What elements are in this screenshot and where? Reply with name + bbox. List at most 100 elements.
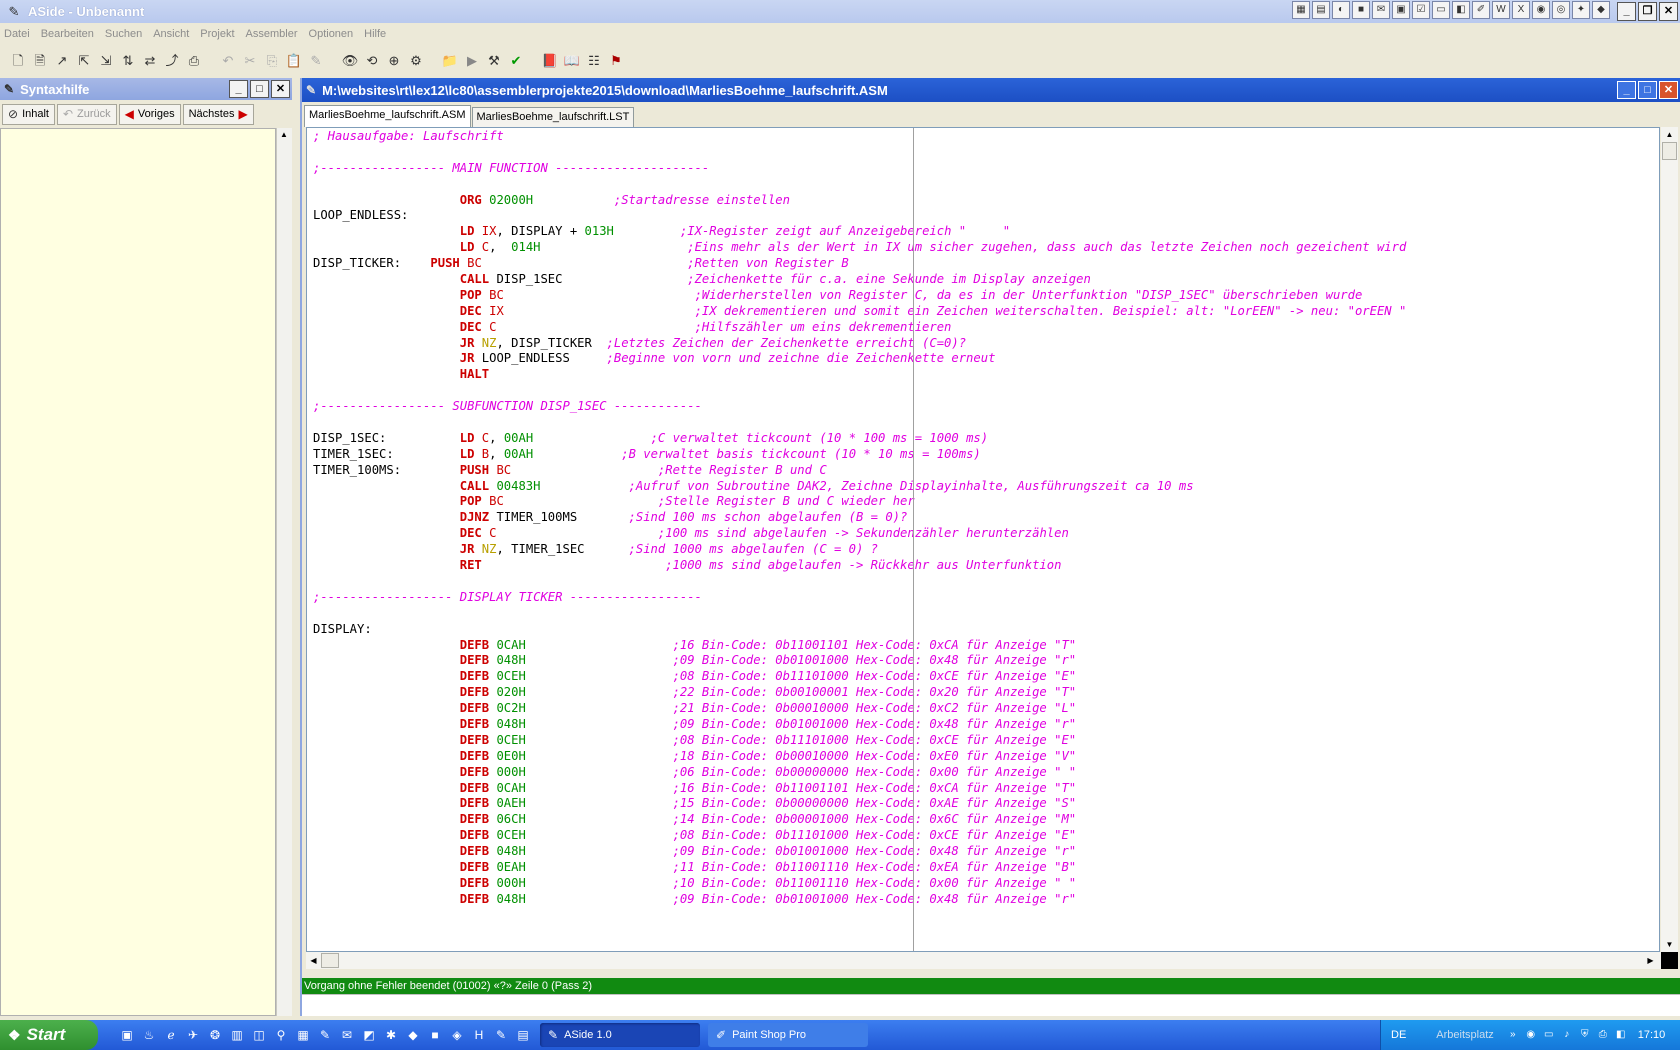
new-file-icon[interactable]: 🗋 <box>8 51 28 71</box>
device-icon[interactable]: ◧ <box>1614 1028 1628 1042</box>
scroll-right-icon[interactable]: ▶ <box>1643 956 1658 965</box>
app-icon[interactable]: ✉ <box>338 1026 356 1044</box>
menu-optionen[interactable]: Optionen <box>309 28 354 40</box>
code-line[interactable]: TIMER_100MS: PUSH BC ;Rette Register B u… <box>313 462 1659 478</box>
open-file-icon[interactable]: ↗ <box>52 51 72 71</box>
scroll-up-icon[interactable]: ▲ <box>1661 127 1678 142</box>
menu-datei[interactable]: Datei <box>4 28 30 40</box>
menu-assembler[interactable]: Assembler <box>246 28 298 40</box>
tab-asm[interactable]: MarliesBoehme_laufschrift.ASM <box>304 105 471 127</box>
code-line[interactable]: ; Hausaufgabe: Laufschrift <box>313 128 1659 144</box>
app-shortcut-icon[interactable]: ◧ <box>1452 1 1470 19</box>
code-line[interactable]: POP BC ;Widerherstellen von Register C, … <box>313 287 1659 303</box>
expand-icon[interactable]: » <box>1506 1028 1520 1042</box>
help-open-icon[interactable]: 📖 <box>562 51 582 71</box>
edit-icon[interactable]: ✎ <box>306 51 326 71</box>
code-line[interactable]: ;------------------ DISPLAY TICKER -----… <box>313 589 1659 605</box>
code-line[interactable]: DEFB 048H ;09 Bin-Code: 0b01001000 Hex-C… <box>313 652 1659 668</box>
app-icon[interactable]: H <box>470 1026 488 1044</box>
code-line[interactable]: LD C, 014H ;Eins mehr als der Wert in IX… <box>313 239 1659 255</box>
help-context-icon[interactable]: ⚑ <box>606 51 626 71</box>
code-line[interactable]: CALL 00483H ;Aufruf von Subroutine DAK2,… <box>313 478 1659 494</box>
workspace-label[interactable]: Arbeitsplatz <box>1436 1029 1493 1041</box>
code-line[interactable]: DEFB 0CAH ;16 Bin-Code: 0b11001101 Hex-C… <box>313 780 1659 796</box>
code-line[interactable]: DEFB 0CEH ;08 Bin-Code: 0b11101000 Hex-C… <box>313 668 1659 684</box>
app-shortcut-icon[interactable]: ▭ <box>1432 1 1450 19</box>
code-line[interactable]: JR NZ, TIMER_1SEC ;Sind 1000 ms abgelauf… <box>313 541 1659 557</box>
goto-icon[interactable]: ⊕ <box>384 51 404 71</box>
app-shortcut-icon[interactable]: ▤ <box>1312 1 1330 19</box>
word-icon[interactable]: W <box>1492 1 1510 19</box>
code-line[interactable]: ORG 02000H ;Startadresse einstellen <box>313 192 1659 208</box>
browser-icon[interactable]: ℯ <box>162 1026 180 1044</box>
menu-hilfe[interactable]: Hilfe <box>364 28 386 40</box>
task-aside[interactable]: ✎ ASide 1.0 <box>540 1023 700 1047</box>
settings-icon[interactable]: ⚒ <box>484 51 504 71</box>
editor-vertical-scrollbar[interactable]: ▲ ▼ <box>1661 127 1678 952</box>
app-icon[interactable]: ⚲ <box>272 1026 290 1044</box>
code-line[interactable]: DEFB 000H ;06 Bin-Code: 0b00000000 Hex-C… <box>313 764 1659 780</box>
app-shortcut-icon[interactable]: ▣ <box>1392 1 1410 19</box>
code-line[interactable] <box>313 144 1659 160</box>
code-line[interactable]: DEFB 0AEH ;15 Bin-Code: 0b00000000 Hex-C… <box>313 795 1659 811</box>
code-line[interactable]: DEFB 0E0H ;18 Bin-Code: 0b00010000 Hex-C… <box>313 748 1659 764</box>
code-line[interactable]: DEFB 0EAH ;11 Bin-Code: 0b11001110 Hex-C… <box>313 859 1659 875</box>
excel-icon[interactable]: X <box>1512 1 1530 19</box>
code-line[interactable]: POP BC ;Stelle Register B und C wieder h… <box>313 493 1659 509</box>
app-shortcut-icon[interactable]: ▦ <box>1292 1 1310 19</box>
scroll-left-icon[interactable]: ◀ <box>306 956 321 965</box>
find-icon[interactable]: 👁 <box>340 51 360 71</box>
scroll-thumb[interactable] <box>321 953 339 968</box>
app-icon[interactable]: ◫ <box>250 1026 268 1044</box>
project-icon[interactable]: 📁 <box>440 51 460 71</box>
code-line[interactable] <box>313 573 1659 589</box>
code-editor[interactable]: ; Hausaufgabe: Laufschrift ;-------------… <box>306 127 1660 952</box>
app-shortcut-icon[interactable]: ☑ <box>1412 1 1430 19</box>
code-line[interactable]: DEC C ;Hilfszähler um eins dekrementiere… <box>313 319 1659 335</box>
code-line[interactable]: ;----------------- MAIN FUNCTION -------… <box>313 160 1659 176</box>
menu-projekt[interactable]: Projekt <box>200 28 234 40</box>
zurueck-button[interactable]: ↶ Zurück <box>56 103 117 125</box>
code-line[interactable]: DEFB 0CEH ;08 Bin-Code: 0b11101000 Hex-C… <box>313 827 1659 843</box>
audio-icon[interactable]: ♪ <box>1560 1028 1574 1042</box>
printer-icon[interactable]: ⎙ <box>1596 1028 1610 1042</box>
code-line[interactable]: DEC C ;100 ms sind abgelaufen -> Sekunde… <box>313 525 1659 541</box>
open-recent-icon[interactable]: ⇱ <box>74 51 94 71</box>
code-line[interactable]: DEFB 0CEH ;08 Bin-Code: 0b11101000 Hex-C… <box>313 732 1659 748</box>
help-book-icon[interactable]: 📕 <box>540 51 560 71</box>
app-icon[interactable]: ◆ <box>404 1026 422 1044</box>
pane-minimize-button[interactable]: _ <box>229 80 248 98</box>
export-icon[interactable]: ⤴ <box>162 51 182 71</box>
pane-close-button[interactable]: ✕ <box>271 80 290 98</box>
app-shortcut-icon[interactable]: ✐ <box>1472 1 1490 19</box>
code-line[interactable]: DEFB 0CAH ;16 Bin-Code: 0b11001101 Hex-C… <box>313 637 1659 653</box>
app-icon[interactable]: ✈ <box>184 1026 202 1044</box>
restore-button[interactable]: ❐ <box>1638 2 1657 21</box>
app-shortcut-icon[interactable]: ◆ <box>1592 1 1610 19</box>
app-shortcut-icon[interactable]: ◉ <box>1532 1 1550 19</box>
replace-icon[interactable]: ⟲ <box>362 51 382 71</box>
app-icon[interactable]: ✎ <box>316 1026 334 1044</box>
app-icon[interactable]: ✱ <box>382 1026 400 1044</box>
undo-icon[interactable]: ↶ <box>218 51 238 71</box>
monitor-icon[interactable]: ▭ <box>1542 1028 1556 1042</box>
app-icon[interactable]: ▤ <box>514 1026 532 1044</box>
copy-icon[interactable]: ⎘ <box>262 51 282 71</box>
code-line[interactable]: CALL DISP_1SEC ;Zeichenkette für c.a. ei… <box>313 271 1659 287</box>
task-paint-shop-pro[interactable]: ✐ Paint Shop Pro <box>708 1023 868 1047</box>
code-line[interactable] <box>313 414 1659 430</box>
app-icon[interactable]: ✎ <box>492 1026 510 1044</box>
code-line[interactable]: DEC IX ;IX dekrementieren und somit ein … <box>313 303 1659 319</box>
menu-suchen[interactable]: Suchen <box>105 28 142 40</box>
app-icon[interactable]: ▥ <box>228 1026 246 1044</box>
new-document-icon[interactable]: 🗎 <box>30 51 50 71</box>
desktop-icon[interactable]: ▣ <box>118 1026 136 1044</box>
code-line[interactable]: DJNZ TIMER_100MS ;Sind 100 ms schon abge… <box>313 509 1659 525</box>
app-shortcut-icon[interactable]: ✦ <box>1572 1 1590 19</box>
app-shortcut-icon[interactable]: ◎ <box>1552 1 1570 19</box>
code-line[interactable] <box>313 176 1659 192</box>
app-shortcut-icon[interactable]: ■ <box>1352 1 1370 19</box>
code-text[interactable]: ; Hausaufgabe: Laufschrift ;-------------… <box>307 128 1659 907</box>
help-scrollbar[interactable]: ▲ <box>276 128 292 1016</box>
code-line[interactable]: DEFB 048H ;09 Bin-Code: 0b01001000 Hex-C… <box>313 716 1659 732</box>
